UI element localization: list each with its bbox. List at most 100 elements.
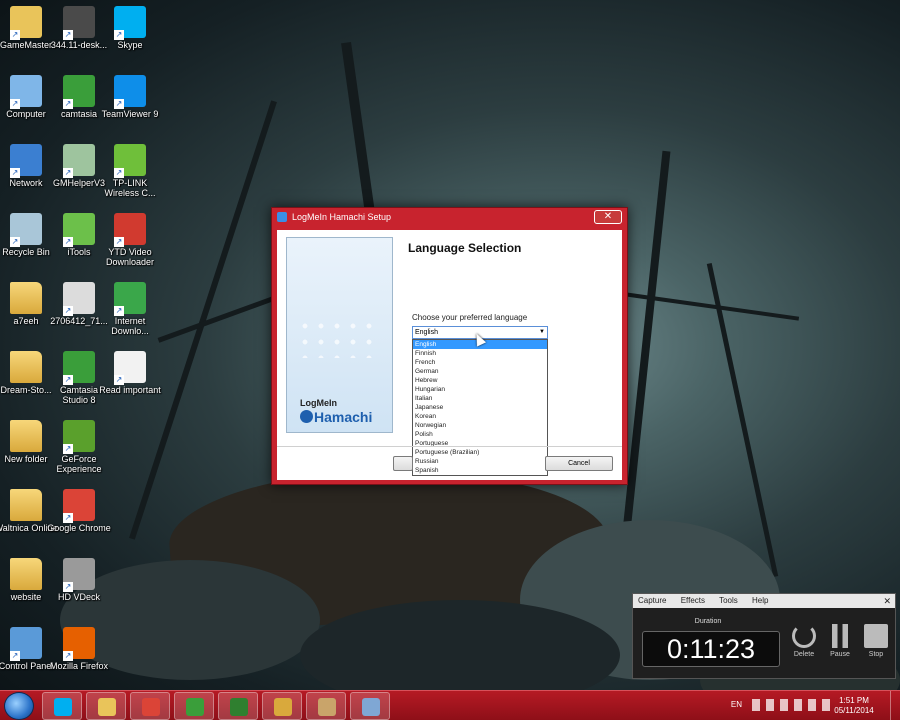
- clock-date: 05/11/2014: [834, 706, 874, 715]
- pause-button[interactable]: Pause: [824, 624, 856, 658]
- language-option[interactable]: German: [413, 367, 547, 376]
- brand-logmein: LogMeIn: [300, 398, 337, 408]
- desktop-icon-label: Internet Downlo...: [111, 316, 149, 336]
- desktop-icon-label: TeamViewer 9: [101, 109, 159, 119]
- idm-icon: [114, 282, 146, 316]
- taskbar-button[interactable]: [42, 692, 82, 720]
- taskbar-button[interactable]: [262, 692, 302, 720]
- camtasia-icon: [63, 75, 95, 109]
- folder-icon: [10, 489, 42, 521]
- camtasia-icon: [186, 698, 204, 716]
- delete-button[interactable]: Delete: [788, 624, 820, 658]
- desktop-icon[interactable]: HD VDeck: [46, 558, 112, 602]
- show-desktop-button[interactable]: [890, 691, 900, 720]
- hamachi-banner: LogMeIn Hamachi: [286, 237, 393, 433]
- camtasia-icon: [63, 351, 95, 385]
- menu-tools[interactable]: Tools: [719, 596, 738, 605]
- menu-effects[interactable]: Effects: [681, 596, 705, 605]
- language-option[interactable]: Hebrew: [413, 376, 547, 385]
- recorder-widget: Capture Effects Tools Help ✕ Duration 0:…: [632, 593, 896, 679]
- language-option[interactable]: Russian: [413, 457, 547, 466]
- banner-decoration: [297, 318, 377, 358]
- language-option[interactable]: Hungarian: [413, 385, 547, 394]
- language-indicator[interactable]: EN: [731, 700, 742, 709]
- language-prompt: Choose your preferred language: [412, 313, 528, 322]
- stop-label: Stop: [868, 651, 884, 658]
- language-option[interactable]: Polish: [413, 430, 547, 439]
- recorder-close-button[interactable]: ✕: [883, 594, 891, 608]
- taskbar-button[interactable]: [174, 692, 214, 720]
- network-icon: [10, 144, 42, 178]
- desktop-icon-label: Read important: [99, 385, 161, 395]
- language-option[interactable]: Portuguese (Brazilian): [413, 448, 547, 457]
- menu-help[interactable]: Help: [752, 596, 768, 605]
- language-option[interactable]: Spanish: [413, 466, 547, 475]
- duration-label: Duration: [694, 618, 722, 625]
- folder-icon: [10, 558, 42, 590]
- chrome-icon: [142, 698, 160, 716]
- hamachi-logo-icon: [300, 410, 313, 423]
- brand-hamachi: Hamachi: [300, 409, 372, 425]
- desktop-icon[interactable]: TeamViewer 9: [97, 75, 163, 119]
- language-option[interactable]: Korean: [413, 412, 547, 421]
- desktop-icon[interactable]: GeForce Experience: [46, 420, 112, 474]
- skype-icon: [54, 698, 72, 716]
- desktop-icon[interactable]: Mozilla Firefox: [46, 627, 112, 671]
- desktop-icon[interactable]: TP-LINK Wireless C...: [97, 144, 163, 198]
- hamachi-app-icon: [277, 212, 287, 222]
- taskbar-button[interactable]: [306, 692, 346, 720]
- dialog-body: LogMeIn Hamachi Language Selection Choos…: [277, 230, 622, 480]
- stop-button[interactable]: Stop: [860, 624, 892, 658]
- cancel-button[interactable]: Cancel: [545, 456, 613, 471]
- duration-timer: 0:11:23: [642, 631, 780, 667]
- folder-icon: [10, 351, 42, 383]
- tray-icons[interactable]: [752, 699, 830, 711]
- language-option[interactable]: French: [413, 358, 547, 367]
- taskbar-button[interactable]: [350, 692, 390, 720]
- delete-label: Delete: [793, 651, 815, 658]
- computer-icon: [10, 75, 42, 109]
- desktop-icon[interactable]: Read important: [97, 351, 163, 395]
- menu-capture[interactable]: Capture: [638, 596, 666, 605]
- folder-icon: [10, 420, 42, 452]
- desktop-icon[interactable]: Google Chrome: [46, 489, 112, 533]
- desktop-icon[interactable]: Internet Downlo...: [97, 282, 163, 336]
- wifi-icon: [114, 144, 146, 178]
- control-panel-icon: [10, 627, 42, 661]
- pause-label: Pause: [830, 651, 850, 658]
- clock-time: 1:51 PM: [839, 696, 869, 705]
- teamviewer-icon: [114, 75, 146, 109]
- tools-icon: [318, 698, 336, 716]
- setup-icon: [362, 698, 380, 716]
- dialog-close-button[interactable]: ✕: [594, 210, 622, 224]
- desktop-icon[interactable]: Skype: [97, 6, 163, 50]
- dialog-titlebar[interactable]: LogMeIn Hamachi Setup ✕: [272, 208, 627, 226]
- firefox-icon: [63, 627, 95, 661]
- language-dropdown-list[interactable]: English Finnish French German Hebrew Hungaria…: [412, 339, 548, 476]
- desktop-icon-label: HD VDeck: [57, 592, 100, 602]
- taskbar-button[interactable]: [86, 692, 126, 720]
- language-option[interactable]: Finnish: [413, 349, 547, 358]
- stop-icon: [864, 624, 888, 648]
- clock[interactable]: 1:51 PM 05/11/2014: [830, 696, 878, 716]
- pause-icon: [832, 624, 848, 648]
- recorder-menu-bar: Capture Effects Tools Help ✕: [633, 594, 895, 608]
- delete-icon: [792, 624, 816, 648]
- language-option[interactable]: Norwegian: [413, 421, 547, 430]
- taskbar-button[interactable]: [218, 692, 258, 720]
- language-option[interactable]: Italian: [413, 394, 547, 403]
- start-button[interactable]: [4, 692, 34, 720]
- back-button[interactable]: [393, 456, 413, 471]
- recycle-bin-icon: [10, 213, 42, 247]
- image-file-icon: [63, 282, 95, 316]
- page-heading: Language Selection: [408, 241, 522, 255]
- taskbar-button[interactable]: [130, 692, 170, 720]
- language-option[interactable]: Japanese: [413, 403, 547, 412]
- desktop-icon-label: TP-LINK Wireless C...: [104, 178, 156, 198]
- chrome-icon: [63, 489, 95, 523]
- game-icon: [10, 6, 42, 40]
- text-file-icon: [114, 351, 146, 385]
- desktop-icon[interactable]: YTD Video Downloader: [97, 213, 163, 267]
- app-window-icon: [63, 144, 95, 178]
- desktop-icon-label: Mozilla Firefox: [49, 661, 108, 671]
